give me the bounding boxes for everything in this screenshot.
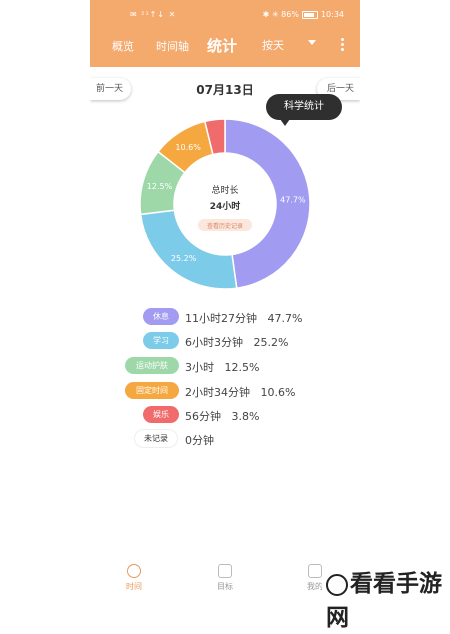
status-icons-right: ✱ ✳ 86% 10:34 — [263, 10, 344, 19]
status-time: 10:34 — [320, 10, 344, 19]
category-percent: 47.7% — [267, 312, 303, 325]
app-header: ✉ ²¹↑↓ ✕ ✱ ✳ 86% 10:34 概览 时间轴 统计 按天 — [90, 0, 360, 67]
tab-timeline[interactable]: 时间轴 — [156, 38, 189, 54]
tab-statistics[interactable]: 统计 — [207, 35, 237, 56]
category-percent: 3.8% — [231, 410, 260, 423]
history-button-label[interactable]: 查看历史记录 — [207, 222, 243, 230]
bottom-tab-bar: 时间 目标 我的 — [90, 558, 360, 600]
status-indicators: ✱ ✳ 86% — [262, 10, 299, 19]
legend-row[interactable]: 未记录 0分钟 — [90, 430, 360, 450]
science-stats-tooltip[interactable]: 科学统计 — [266, 94, 342, 126]
total-duration-title: 总时长 — [211, 184, 238, 196]
category-duration: 0分钟 — [185, 434, 214, 447]
category-percent: 10.6% — [260, 386, 296, 399]
calendar-icon — [218, 564, 232, 578]
tab-time[interactable]: 时间 — [114, 558, 154, 592]
category-value: 56分钟 3.8% — [185, 408, 259, 424]
chevron-down-icon[interactable] — [308, 40, 316, 45]
watermark-logo-icon — [326, 573, 348, 596]
tab-mine-label: 我的 — [307, 582, 323, 591]
tab-goals-label: 目标 — [217, 582, 233, 591]
category-badge[interactable]: 运动护肤 — [125, 357, 179, 374]
category-value: 6小时3分钟 25.2% — [185, 334, 288, 350]
category-badge[interactable]: 娱乐 — [143, 406, 179, 423]
category-badge[interactable]: 固定时间 — [125, 382, 179, 399]
slice-label-rest: 47.7% — [280, 195, 306, 204]
category-value: 11小时27分钟 47.7% — [185, 310, 302, 326]
legend-row[interactable]: 娱乐 56分钟 3.8% — [90, 406, 360, 426]
category-value: 2小时34分钟 10.6% — [185, 384, 295, 400]
tab-goals[interactable]: 目标 — [205, 558, 245, 592]
slice-label-study: 25.2% — [171, 254, 197, 263]
category-value: 3小时 12.5% — [185, 359, 259, 375]
legend-row[interactable]: 运动护肤 3小时 12.5% — [90, 357, 360, 377]
donut-chart: 47.7% 25.2% 12.5% 10.6% 总时长 24小时 查看历史记录 — [139, 118, 311, 290]
slice-label-exercise: 12.5% — [147, 182, 173, 191]
category-duration: 11小时27分钟 — [185, 312, 257, 325]
category-value: 0分钟 — [185, 432, 214, 448]
tab-overview[interactable]: 概览 — [112, 38, 134, 54]
alarm-icon — [308, 564, 322, 578]
category-badge[interactable]: 学习 — [143, 332, 179, 349]
slice-label-fixed: 10.6% — [175, 143, 201, 152]
top-nav: 概览 时间轴 统计 按天 — [90, 30, 360, 62]
category-badge[interactable]: 未记录 — [135, 430, 177, 447]
category-percent: 12.5% — [224, 361, 260, 374]
range-dropdown[interactable]: 按天 — [262, 37, 284, 53]
tab-time-label: 时间 — [126, 582, 142, 591]
clock-icon — [127, 564, 141, 578]
more-vertical-icon[interactable] — [341, 38, 344, 53]
category-duration: 2小时34分钟 — [185, 386, 250, 399]
battery-icon — [301, 10, 318, 19]
watermark: 看看手游网 — [322, 562, 450, 634]
legend-row[interactable]: 休息 11小时27分钟 47.7% — [90, 308, 360, 328]
category-duration: 3小时 — [185, 361, 214, 374]
phone-screen: ✉ ²¹↑↓ ✕ ✱ ✳ 86% 10:34 概览 时间轴 统计 按天 前一天 0… — [90, 0, 360, 600]
status-bar: ✉ ²¹↑↓ ✕ ✱ ✳ 86% 10:34 — [90, 0, 360, 30]
total-duration-value: 24小时 — [210, 200, 241, 212]
category-duration: 6小时3分钟 — [185, 336, 243, 349]
category-badge[interactable]: 休息 — [143, 308, 179, 325]
legend-row[interactable]: 学习 6小时3分钟 25.2% — [90, 332, 360, 352]
status-icons-left: ✉ ²¹↑↓ ✕ — [130, 10, 177, 19]
category-percent: 25.2% — [253, 336, 289, 349]
category-duration: 56分钟 — [185, 410, 221, 423]
legend-row[interactable]: 固定时间 2小时34分钟 10.6% — [90, 382, 360, 402]
